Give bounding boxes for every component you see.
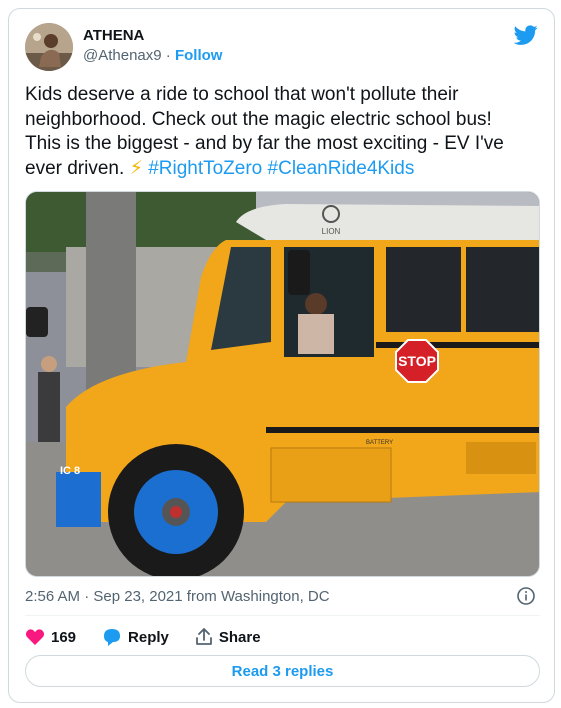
tweet-text: Kids deserve a ride to school that won't… (25, 83, 545, 181)
tweet-card: ATHENA @Athenax9 · Follow Kids deserve a… (8, 8, 555, 703)
like-count: 169 (51, 628, 77, 646)
reply-button[interactable]: Reply (102, 628, 169, 647)
heart-icon (25, 629, 45, 645)
tweet-line-last: ever driven. ⚡ #RightToZero #CleanRide4K… (25, 157, 545, 182)
tweet-photo[interactable]: STOP LION BATTERY IC 8 (25, 191, 540, 577)
battery-label: BATTERY (366, 440, 393, 446)
avatar[interactable] (25, 23, 73, 71)
lightning-emoji: ⚡ (129, 157, 143, 179)
share-label: Share (218, 628, 261, 646)
twitter-bird-icon[interactable] (514, 23, 538, 47)
share-icon (195, 628, 212, 645)
stop-sign-text: STOP (398, 353, 436, 369)
separator-dot: · (165, 47, 171, 64)
school-bus-photo: STOP LION BATTERY IC 8 (26, 192, 539, 576)
tweet-timestamp[interactable]: 2:56 AM · Sep 23, 2021 from Washington, … (25, 588, 330, 605)
tweet-actions: 169 Reply Share (25, 626, 261, 648)
tweet-line: neighborhood. Check out the magic electr… (25, 108, 492, 130)
author-name[interactable]: ATHENA (83, 27, 144, 44)
info-icon[interactable] (516, 586, 536, 606)
reply-label: Reply (128, 628, 169, 646)
follow-button[interactable]: Follow (175, 47, 223, 64)
hashtag-right-to-zero[interactable]: #RightToZero (148, 158, 262, 179)
tweet-line: This is the biggest - and by far the mos… (25, 133, 504, 154)
tweet-line: Kids deserve a ride to school that won't… (25, 84, 459, 105)
bus-side-label: IC 8 (60, 465, 80, 477)
author-handle-row: @Athenax9 · Follow (83, 47, 222, 64)
read-replies-button[interactable]: Read 3 replies (25, 655, 540, 687)
divider (25, 615, 540, 616)
author-handle[interactable]: @Athenax9 (83, 47, 162, 64)
bus-brand-label: LION (322, 227, 341, 236)
share-button[interactable]: Share (195, 628, 261, 646)
hashtag-clean-ride-4-kids[interactable]: #CleanRide4Kids (268, 158, 415, 179)
reply-icon (104, 628, 121, 646)
tweet-line: ever driven. (25, 157, 125, 179)
like-button[interactable]: 169 (25, 628, 76, 646)
